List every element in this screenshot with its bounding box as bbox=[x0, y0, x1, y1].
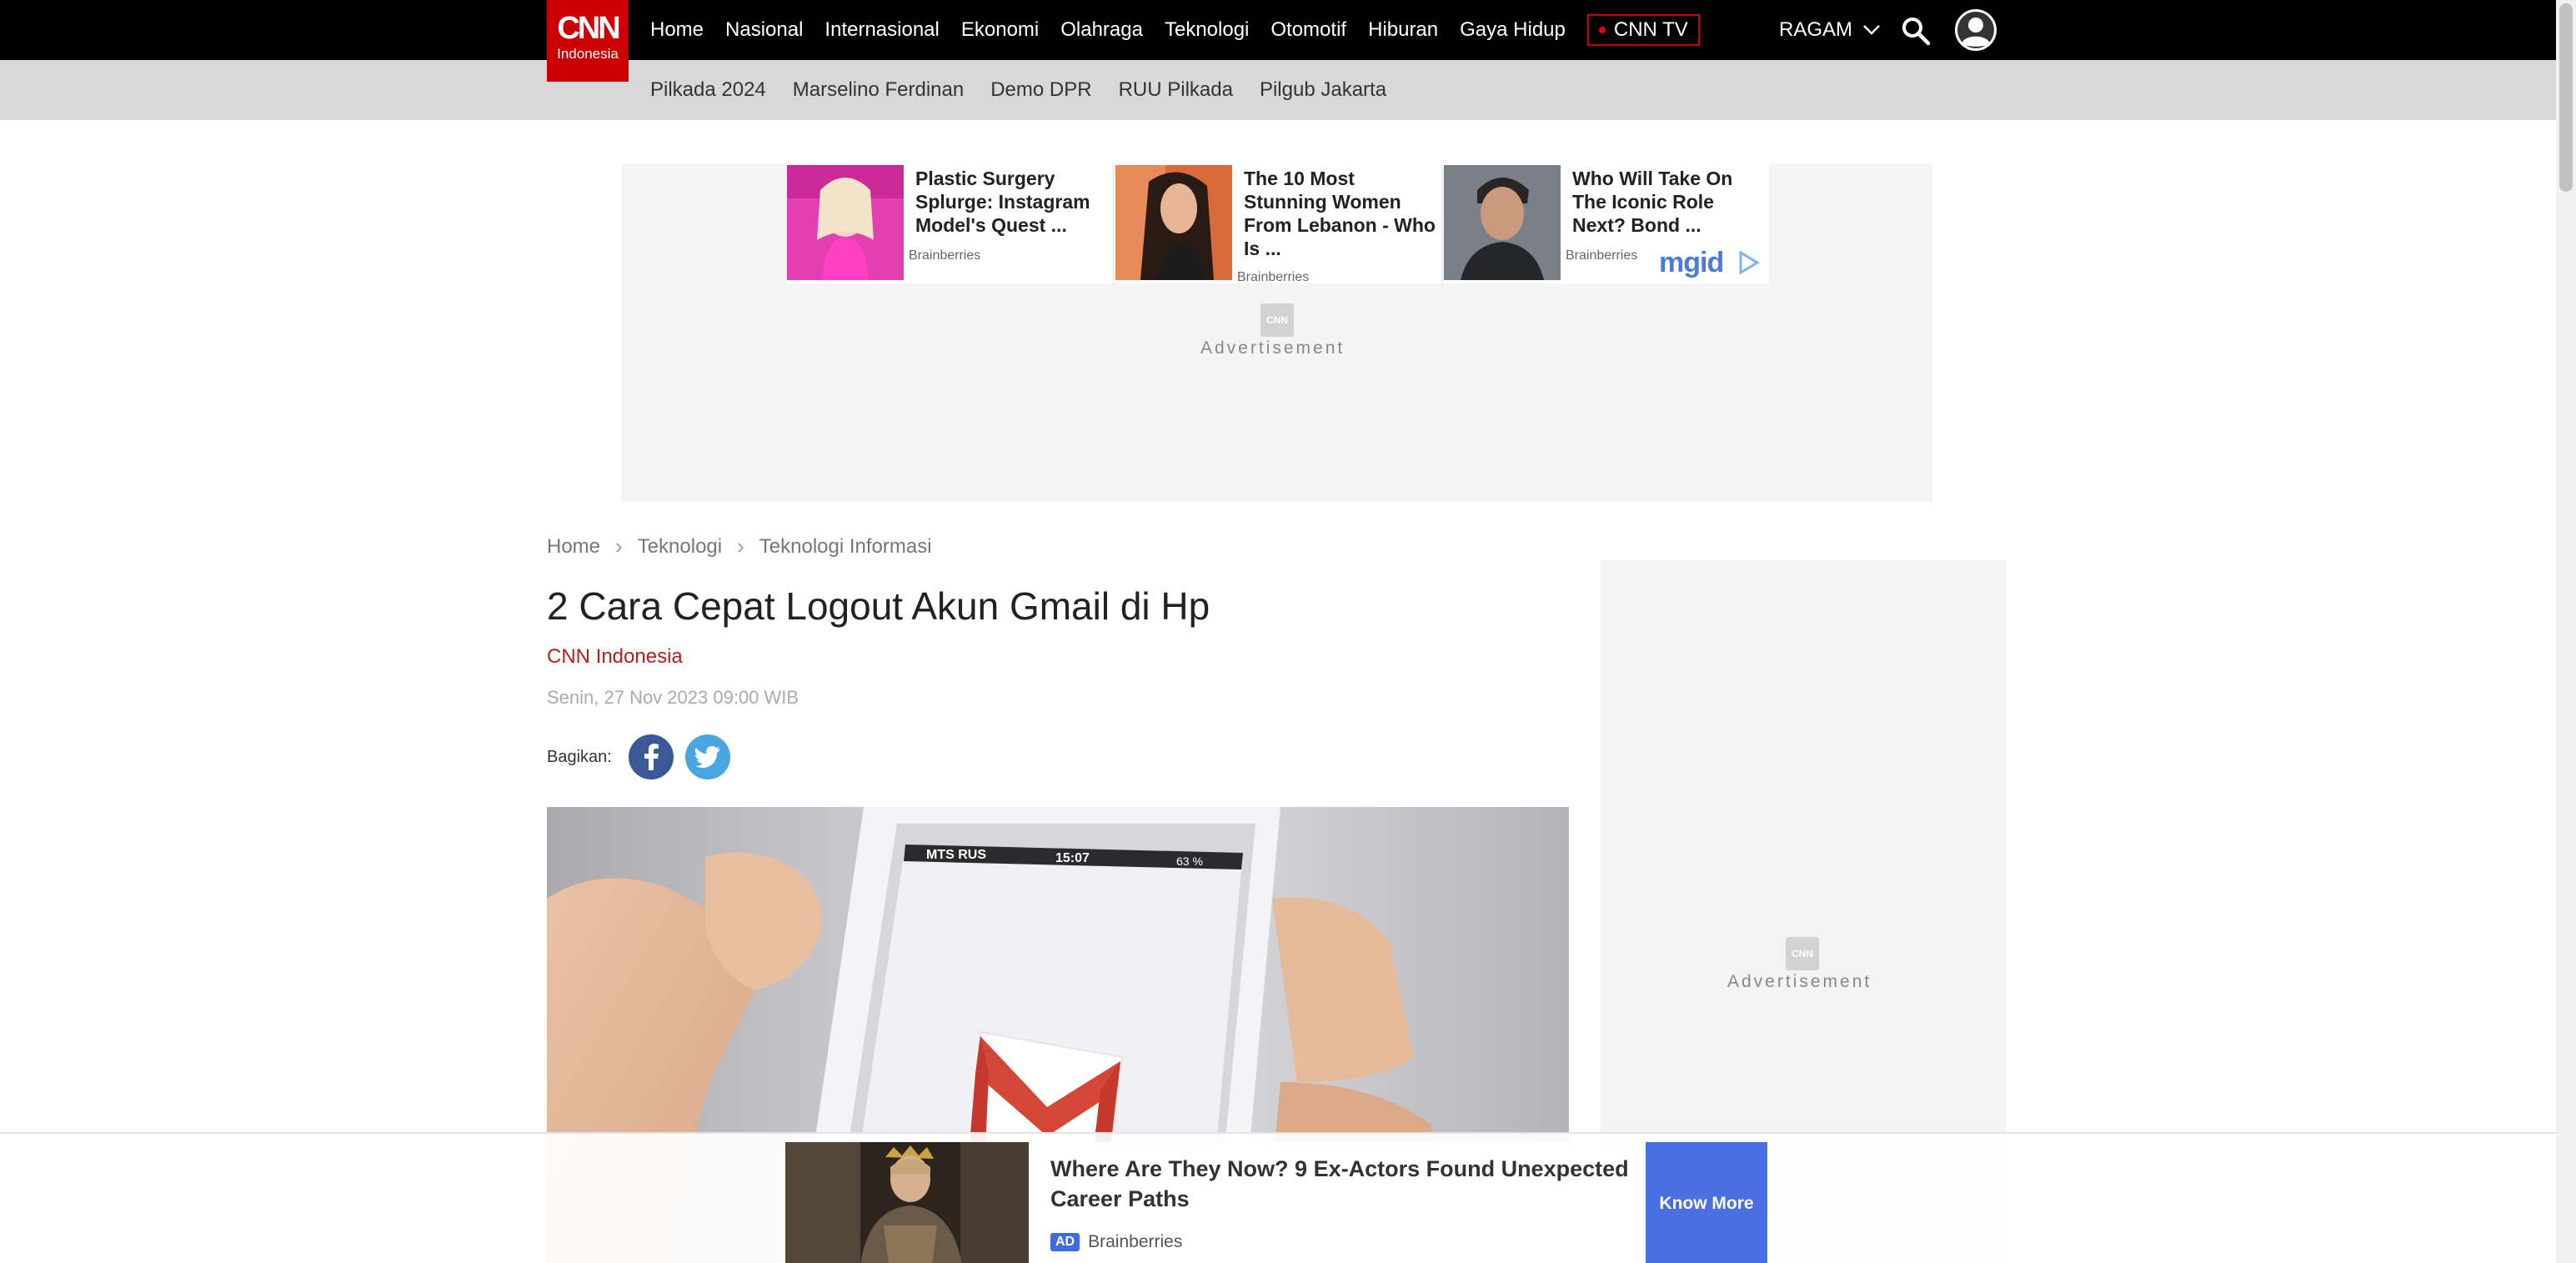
ad-logo: CNN bbox=[1260, 303, 1294, 337]
page: CNN Indonesia Home Nasional Internasiona… bbox=[0, 0, 2576, 1263]
trending-ruu-pilkada[interactable]: RUU Pilkada bbox=[1119, 78, 1233, 102]
nav-nasional[interactable]: Nasional bbox=[725, 18, 803, 42]
adchoices-icon[interactable] bbox=[1736, 250, 1761, 275]
ad-card-title: Plastic Surgery Splurge: Instagram Model… bbox=[915, 168, 1090, 236]
advertisement-label: Advertisement bbox=[1727, 972, 1872, 991]
trending-marselino-ferdinan[interactable]: Marselino Ferdinan bbox=[793, 78, 964, 102]
trending-nav: Pilkada 2024 Marselino Ferdinan Demo DPR… bbox=[650, 60, 1386, 120]
breadcrumb: Home › Teknologi › Teknologi Informasi bbox=[547, 534, 932, 559]
ad-thumbnail bbox=[787, 165, 904, 280]
share-bar: Bagikan: bbox=[547, 734, 730, 780]
article-title: 2 Cara Cepat Logout Akun Gmail di Hp bbox=[547, 584, 1210, 628]
user-avatar-icon[interactable] bbox=[1954, 8, 1997, 52]
facebook-icon bbox=[644, 744, 659, 770]
top-advertisement: Plastic Surgery Splurge: Instagram Model… bbox=[622, 163, 1932, 502]
breadcrumb-teknologi[interactable]: Teknologi bbox=[638, 535, 722, 559]
ad-badge: AD bbox=[1050, 1233, 1080, 1251]
advertisement-label: Advertisement bbox=[1200, 338, 1346, 358]
chevron-right-icon: › bbox=[737, 534, 744, 559]
phone-time-text: 15:07 bbox=[1055, 851, 1090, 865]
bottom-ad-title: Where Are They Now? 9 Ex-Actors Found Un… bbox=[1050, 1156, 1629, 1211]
ragam-dropdown[interactable]: RAGAM bbox=[1779, 0, 1881, 60]
search-icon[interactable] bbox=[1901, 16, 1931, 46]
scrollbar-thumb[interactable] bbox=[2559, 3, 2573, 192]
phone-carrier-text: MTS RUS bbox=[926, 848, 986, 862]
logo-text: CNN bbox=[557, 11, 620, 46]
nav-home[interactable]: Home bbox=[650, 18, 704, 42]
ad-logo: CNN bbox=[1786, 937, 1819, 970]
breadcrumb-home[interactable]: Home bbox=[547, 535, 600, 559]
nav-hiburan[interactable]: Hiburan bbox=[1368, 18, 1438, 42]
cnn-tv-link[interactable]: CNN TV bbox=[1586, 14, 1700, 46]
bottom-ad-card[interactable]: Where Are They Now? 9 Ex-Actors Found Un… bbox=[785, 1142, 1767, 1263]
ad-card-source: Brainberries bbox=[1566, 248, 1638, 263]
ad-card[interactable]: The 10 Most Stunning Women From Lebanon … bbox=[1115, 163, 1441, 284]
bottom-ad-source: Brainberries bbox=[1088, 1232, 1183, 1251]
nav-ekonomi[interactable]: Ekonomi bbox=[961, 18, 1039, 42]
trending-demo-dpr[interactable]: Demo DPR bbox=[990, 78, 1091, 102]
phone-battery-text: 63 % bbox=[1176, 855, 1203, 868]
mgid-logo-text: mgid bbox=[1659, 247, 1724, 278]
ad-card-source: Brainberries bbox=[1237, 270, 1310, 284]
trending-pilgub-jakarta[interactable]: Pilgub Jakarta bbox=[1260, 78, 1386, 102]
breadcrumb-teknologi-informasi[interactable]: Teknologi Informasi bbox=[759, 535, 932, 559]
share-label: Bagikan: bbox=[547, 747, 612, 766]
ragam-label: RAGAM bbox=[1779, 18, 1853, 41]
main-nav: Home Nasional Internasional Ekonomi Olah… bbox=[650, 0, 1700, 60]
logo-subtext: Indonesia bbox=[557, 46, 619, 62]
bottom-sticky-ad: Where Are They Now? 9 Ex-Actors Found Un… bbox=[0, 1132, 2556, 1263]
nav-olahraga[interactable]: Olahraga bbox=[1060, 18, 1143, 42]
ad-thumbnail bbox=[1115, 165, 1232, 280]
article-author[interactable]: CNN Indonesia bbox=[547, 645, 683, 669]
trending-pilkada-2024[interactable]: Pilkada 2024 bbox=[650, 78, 766, 102]
ad-card-source: Brainberries bbox=[909, 248, 981, 263]
nav-gaya-hidup[interactable]: Gaya Hidup bbox=[1460, 18, 1566, 42]
twitter-share-button[interactable] bbox=[684, 734, 730, 779]
mgid-logo[interactable]: mgid bbox=[1659, 247, 1724, 279]
nav-otomotif[interactable]: Otomotif bbox=[1270, 18, 1346, 42]
nav-internasional[interactable]: Internasional bbox=[824, 18, 939, 42]
article-date: Senin, 27 Nov 2023 09:00 WIB bbox=[547, 687, 799, 708]
facebook-share-button[interactable] bbox=[628, 734, 674, 779]
cnn-indonesia-logo[interactable]: CNN Indonesia bbox=[547, 0, 629, 82]
page-scrollbar[interactable] bbox=[2556, 0, 2576, 1263]
twitter-icon bbox=[694, 746, 720, 768]
ad-thumbnail bbox=[1444, 165, 1561, 280]
ad-card-title: Who Will Take On The Iconic Role Next? B… bbox=[1572, 168, 1733, 236]
actor-image bbox=[785, 1142, 1029, 1263]
live-dot-icon bbox=[1598, 27, 1606, 33]
ad-card[interactable]: Plastic Surgery Splurge: Instagram Model… bbox=[787, 163, 1112, 283]
bottom-ad-meta: AD Brainberries bbox=[1050, 1232, 1182, 1252]
chevron-down-icon bbox=[1863, 25, 1880, 35]
bottom-ad-thumbnail bbox=[785, 1142, 1029, 1263]
cnn-tv-label: CNN TV bbox=[1613, 18, 1688, 41]
nav-teknologi[interactable]: Teknologi bbox=[1165, 18, 1249, 42]
ad-card-title: The 10 Most Stunning Women From Lebanon … bbox=[1244, 168, 1436, 259]
know-more-button[interactable]: Know More bbox=[1646, 1142, 1767, 1263]
chevron-right-icon: › bbox=[615, 534, 623, 559]
